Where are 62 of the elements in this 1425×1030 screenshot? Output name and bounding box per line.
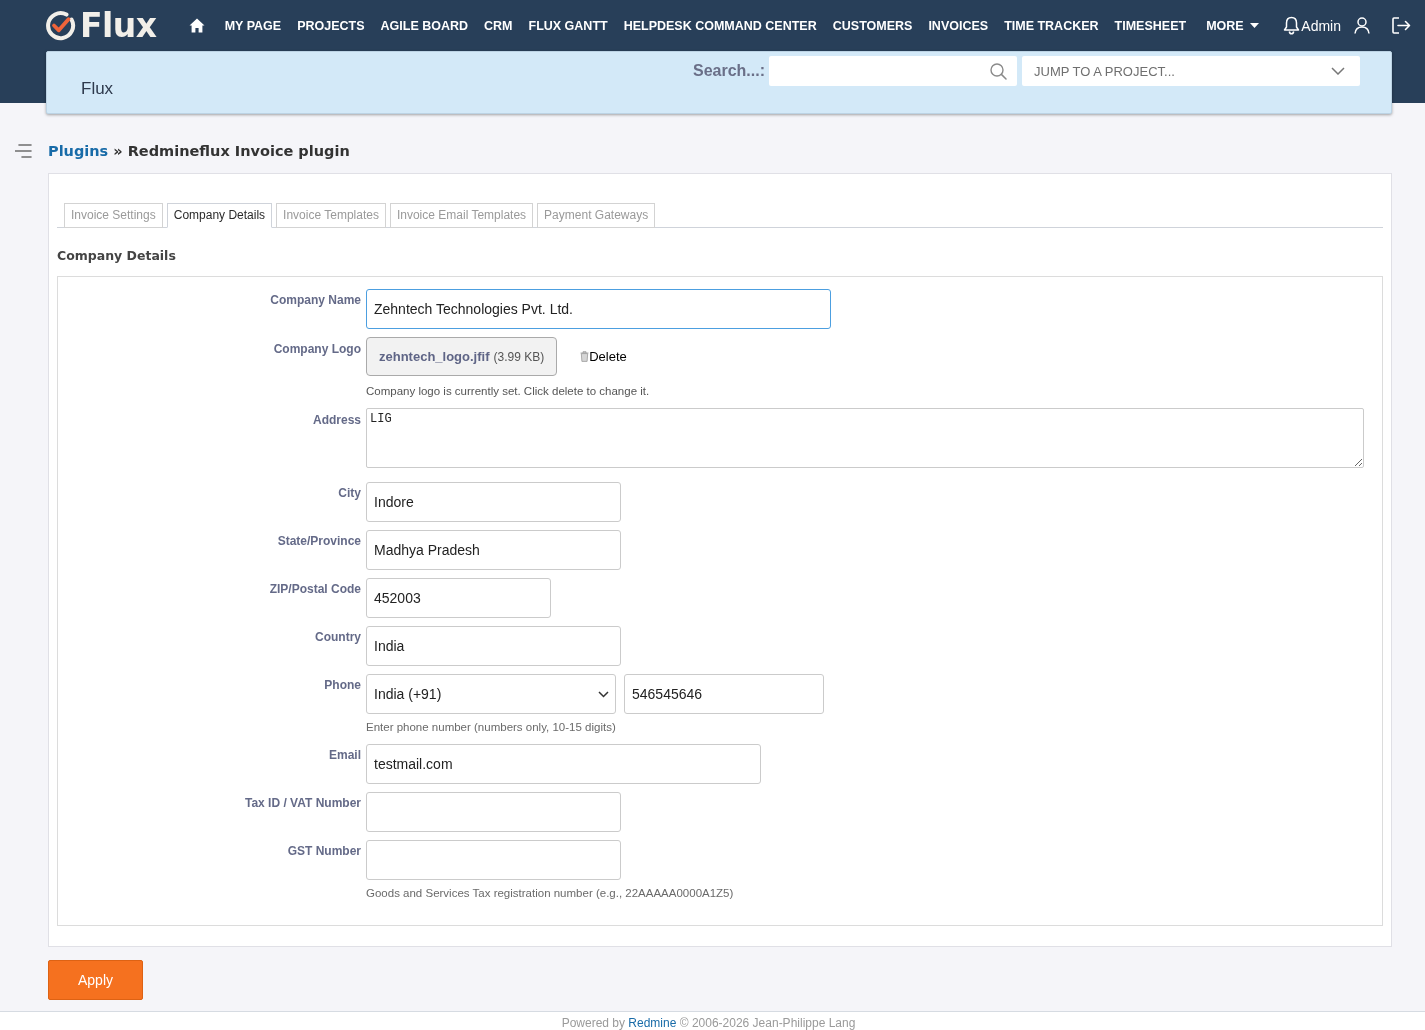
phone-number-field[interactable]: 546545646 xyxy=(624,674,824,714)
field-hint: Company logo is currently set. Click delete to change it. xyxy=(366,384,650,398)
nav-link[interactable]: CUSTOMERS xyxy=(832,17,913,34)
field-label: State/Province xyxy=(276,533,361,548)
logout-icon[interactable] xyxy=(1392,17,1411,34)
user-name-link[interactable]: Admin xyxy=(1301,17,1341,34)
search-field[interactable] xyxy=(769,56,1017,86)
file-name[interactable]: zehntech_logo.jfif xyxy=(379,349,490,364)
field-label: Email xyxy=(328,747,361,762)
tab[interactable]: Company Details xyxy=(166,203,273,228)
footer-text: Powered by Redmine © 2006-2026 Jean-Philippe Lang xyxy=(561,1015,856,1030)
field-label: Company Logo xyxy=(272,341,361,356)
delete-link[interactable]: Delete xyxy=(580,349,627,364)
field-label: Company Name xyxy=(269,292,361,307)
checkmark-circle-icon[interactable] xyxy=(45,10,76,41)
project-jump-select[interactable]: JUMP TO A PROJECT... xyxy=(1022,56,1360,86)
home-icon[interactable] xyxy=(188,18,205,33)
field-hint: Enter phone number (numbers only, 10-15 digits) xyxy=(366,720,616,734)
text-input-field[interactable]: 452003 xyxy=(366,578,551,618)
field-label: Address xyxy=(311,412,361,427)
field-label: City xyxy=(337,485,361,500)
section-heading: Company Details xyxy=(57,248,177,264)
nav-link[interactable]: AGILE BOARD xyxy=(380,17,469,34)
field-label: ZIP/Postal Code xyxy=(268,581,361,596)
text-input-field[interactable]: Madhya Pradesh xyxy=(366,530,621,570)
nav-link[interactable]: MY PAGE xyxy=(224,17,282,34)
project-title[interactable]: Flux xyxy=(81,79,114,98)
field-label: Country xyxy=(314,629,361,644)
nav-link[interactable]: CRM xyxy=(484,17,513,34)
text-input-field[interactable]: India xyxy=(366,626,621,666)
bell-icon[interactable] xyxy=(1283,16,1301,35)
nav-link[interactable]: HELPDESK COMMAND CENTER xyxy=(623,17,817,34)
field-label: GST Number xyxy=(286,843,361,858)
user-icon[interactable] xyxy=(1354,17,1370,34)
chevron-down-icon xyxy=(598,690,609,698)
caret-down-icon xyxy=(1249,23,1259,28)
chevron-down-icon xyxy=(1331,67,1345,75)
page-title: Plugins » Redmineflux Invoice plugin xyxy=(48,142,350,161)
text-input-field[interactable]: Indore xyxy=(366,482,621,522)
field-label: Phone xyxy=(323,677,361,692)
text-input-field[interactable] xyxy=(366,840,621,880)
text-input-field[interactable]: Zehntech Technologies Pvt. Ltd. xyxy=(366,289,831,329)
logo-text[interactable]: Flux xyxy=(80,7,157,44)
footer-link[interactable]: Redmine xyxy=(628,1016,677,1030)
nav-link[interactable]: TIMESHEET xyxy=(1114,17,1187,34)
field-hint: Goods and Services Tax registration number (e.g., 22AAAAA0000A1Z5) xyxy=(366,886,734,900)
sidebar-toggle-icon[interactable] xyxy=(15,144,32,158)
nav-link[interactable]: TIME TRACKER xyxy=(1004,17,1099,34)
file-size: (3.99 KB) xyxy=(493,349,545,364)
nav-link[interactable]: FLUX GANTT xyxy=(528,17,608,34)
country-code-select[interactable]: India (+91) xyxy=(366,674,616,714)
nav-link[interactable]: INVOICES xyxy=(928,17,989,34)
text-input-field[interactable] xyxy=(366,792,621,832)
field-label: Tax ID / VAT Number xyxy=(244,795,361,810)
more-menu[interactable]: MORE xyxy=(1206,17,1259,34)
text-input-field[interactable]: testmail.com xyxy=(366,744,761,784)
address-text-area[interactable]: LIG xyxy=(366,408,1364,468)
trash-icon xyxy=(580,351,590,362)
search-icon[interactable] xyxy=(990,62,1007,80)
nav-link[interactable]: PROJECTS xyxy=(297,17,365,34)
breadcrumb-link[interactable]: Plugins xyxy=(48,143,109,159)
search-label: Search...: xyxy=(692,62,765,80)
